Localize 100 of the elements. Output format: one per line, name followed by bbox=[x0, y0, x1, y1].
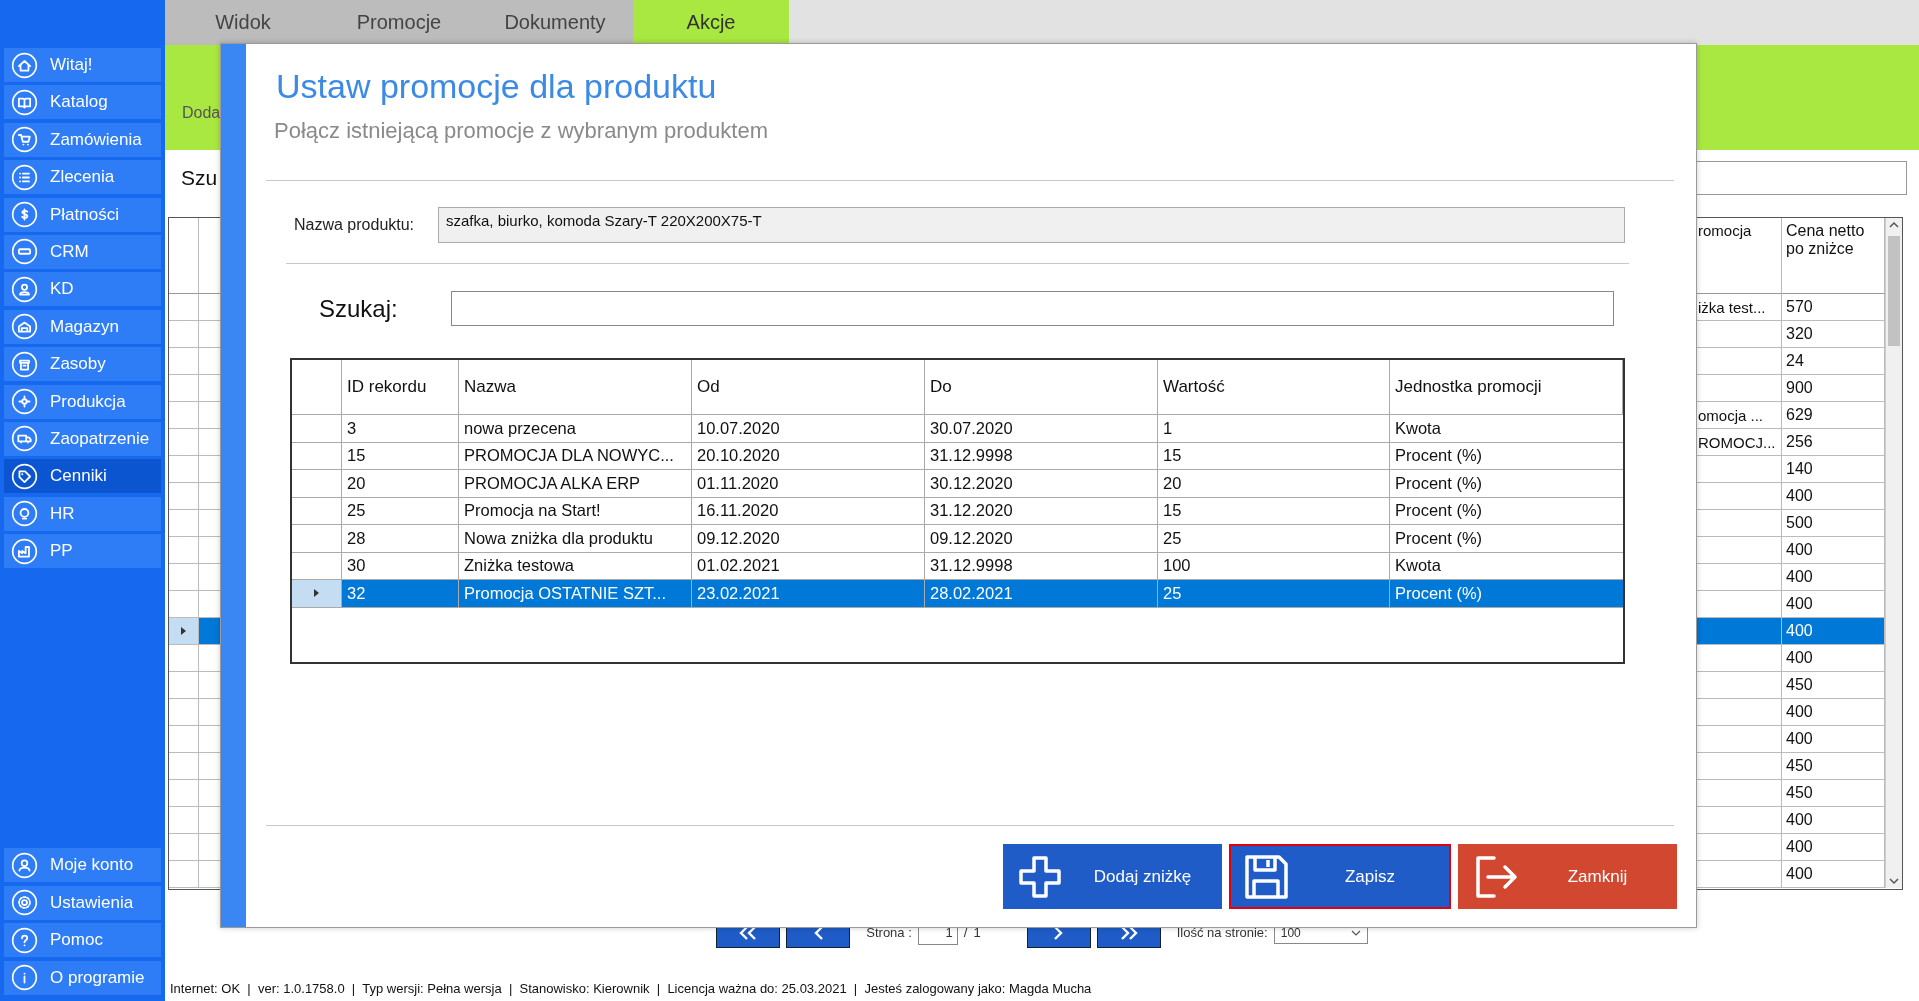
table-cell: 31.12.2020 bbox=[930, 501, 1013, 521]
per-page-label: Ilość na stronie: bbox=[1176, 925, 1268, 940]
table-cell: 32 bbox=[347, 583, 366, 603]
search-label: Szukaj: bbox=[319, 294, 399, 323]
table-cell: 500 bbox=[1782, 510, 1885, 537]
sidebar-item[interactable]: Cenniki bbox=[4, 459, 161, 494]
table-cell: Promocja na Start! bbox=[464, 501, 601, 521]
table-cell: 10.07.2020 bbox=[697, 418, 780, 438]
table-cell: 09.12.2020 bbox=[930, 528, 1013, 548]
table-cell: 25 bbox=[347, 501, 366, 521]
column-header: Wartość bbox=[1158, 360, 1390, 415]
table-cell: 30.12.2020 bbox=[930, 473, 1013, 493]
table-cell: 20 bbox=[1163, 473, 1182, 493]
table-cell: 256 bbox=[1782, 429, 1885, 456]
table-cell: 400 bbox=[1782, 645, 1885, 672]
sidebar-item[interactable]: Zamówienia bbox=[4, 122, 161, 157]
table-cell: 31.12.9998 bbox=[930, 556, 1013, 576]
table-cell: Kwota bbox=[1395, 418, 1441, 438]
sidebar-item[interactable]: Płatności bbox=[4, 197, 161, 232]
sidebar-item[interactable]: Ustawienia bbox=[4, 885, 161, 920]
table-cell: 24 bbox=[1782, 348, 1885, 375]
table-cell: 15 bbox=[1163, 446, 1182, 466]
table-cell: 23.02.2021 bbox=[697, 583, 780, 603]
sidebar-item[interactable]: Produkcja bbox=[4, 384, 161, 419]
column-header: Jednostka promocji bbox=[1390, 360, 1623, 415]
table-cell: 25 bbox=[1163, 583, 1182, 603]
sidebar-item[interactable]: O programie bbox=[4, 960, 161, 995]
sidebar-item[interactable]: Zlecenia bbox=[4, 160, 161, 195]
add-discount-button[interactable]: Dodaj zniżkę bbox=[1003, 844, 1222, 909]
table-cell: 140 bbox=[1782, 456, 1885, 483]
table-cell: Procent (%) bbox=[1395, 501, 1483, 521]
field-label: Nazwa produktu: bbox=[294, 216, 416, 234]
table-cell: 15 bbox=[1163, 501, 1182, 521]
column-header: Od bbox=[692, 360, 925, 415]
table-cell: 570 bbox=[1782, 294, 1885, 321]
sidebar-item[interactable]: HR bbox=[4, 496, 161, 531]
table-cell: 400 bbox=[1782, 564, 1885, 591]
close-button[interactable]: Zamknij bbox=[1458, 844, 1677, 909]
sidebar-item[interactable]: KD bbox=[4, 272, 161, 307]
product-name-field[interactable]: szafka, biurko, komoda Szary-T 220X200X75-T bbox=[438, 207, 1625, 243]
table-cell: 450 bbox=[1782, 753, 1885, 780]
table-cell: 100 bbox=[1163, 556, 1191, 576]
sidebar-item[interactable]: CRM bbox=[4, 234, 161, 269]
table-cell: Procent (%) bbox=[1395, 446, 1483, 466]
table-cell: Nowa zniżka dla produktu bbox=[464, 528, 653, 548]
column-header: Nazwa bbox=[459, 360, 692, 415]
table-cell: 400 bbox=[1782, 618, 1885, 645]
table-cell: nowa przecena bbox=[464, 418, 576, 438]
table-cell: 900 bbox=[1782, 375, 1885, 402]
sidebar-item[interactable]: Pomoc bbox=[4, 923, 161, 958]
table-cell: 15 bbox=[347, 446, 366, 466]
sidebar-item[interactable]: Magazyn bbox=[4, 309, 161, 344]
table-cell: 629 bbox=[1782, 402, 1885, 429]
table-cell: 28.02.2021 bbox=[930, 583, 1013, 603]
dialog-title: Ustaw promocje dla produktu bbox=[276, 66, 718, 107]
table-cell: Procent (%) bbox=[1395, 528, 1483, 548]
ribbon-label: Doda bbox=[182, 104, 221, 122]
table-cell: 3 bbox=[347, 418, 357, 438]
table-cell: Promocja OSTATNIE SZT... bbox=[464, 583, 666, 603]
table-cell: Kwota bbox=[1395, 556, 1441, 576]
table-cell: 30 bbox=[347, 556, 366, 576]
save-button[interactable]: Zapisz bbox=[1229, 844, 1451, 909]
menu-tab[interactable]: Dokumenty bbox=[477, 0, 633, 45]
table-cell: 30.07.2020 bbox=[930, 418, 1013, 438]
table-cell: PROMOCJA ALKA ERP bbox=[464, 473, 641, 493]
column-header: ID rekordu bbox=[342, 360, 459, 415]
status-text: Internet: OK | ver: 1.0.1758.0 | Typ wersji: Pełna wersja | Stanowisko: Kierownik | Licencja ważna do: 25.03.2021 | Jesteś zalogowany jako: Magda Mucha bbox=[169, 979, 1093, 998]
table-cell: 31.12.9998 bbox=[930, 446, 1013, 466]
table-cell: 20.10.2020 bbox=[697, 446, 780, 466]
sidebar-item[interactable]: PP bbox=[4, 534, 161, 569]
table-cell: 1 bbox=[1163, 418, 1173, 438]
table-cell: 450 bbox=[1782, 672, 1885, 699]
sidebar-item[interactable]: Katalog bbox=[4, 85, 161, 120]
dialog-subtitle: Połącz istniejącą promocje z wybranym produktem bbox=[274, 118, 769, 144]
table-cell: 01.02.2021 bbox=[697, 556, 780, 576]
sidebar-item[interactable]: Moje konto bbox=[4, 848, 161, 883]
sidebar-item[interactable]: Zasoby bbox=[4, 347, 161, 382]
table-cell: 400 bbox=[1782, 807, 1885, 834]
menu-tab[interactable]: Akcje bbox=[633, 0, 789, 45]
page-separator: / bbox=[963, 925, 968, 940]
table-cell: 400 bbox=[1782, 726, 1885, 753]
table-cell: Procent (%) bbox=[1395, 473, 1483, 493]
menu-tab[interactable]: Promocje bbox=[321, 0, 477, 45]
menu-tab[interactable]: Widok bbox=[165, 0, 321, 45]
table-cell: 400 bbox=[1782, 861, 1885, 888]
table-cell: 25 bbox=[1163, 528, 1182, 548]
table-cell: 400 bbox=[1782, 834, 1885, 861]
table-cell: 400 bbox=[1782, 699, 1885, 726]
page-count: 1 bbox=[973, 925, 981, 940]
table-cell: 450 bbox=[1782, 780, 1885, 807]
table-cell: 20 bbox=[347, 473, 366, 493]
sidebar-item[interactable]: Zaopatrzenie bbox=[4, 421, 161, 456]
table-cell: 01.11.2020 bbox=[697, 473, 779, 493]
table-cell: 09.12.2020 bbox=[697, 528, 780, 548]
table-cell: 16.11.2020 bbox=[697, 501, 779, 521]
page-label: Strona : bbox=[866, 925, 912, 940]
search-label: Szu bbox=[181, 165, 219, 190]
sidebar-item[interactable]: Witaj! bbox=[4, 48, 161, 82]
table-cell: 400 bbox=[1782, 483, 1885, 510]
column-header: Do bbox=[925, 360, 1158, 415]
